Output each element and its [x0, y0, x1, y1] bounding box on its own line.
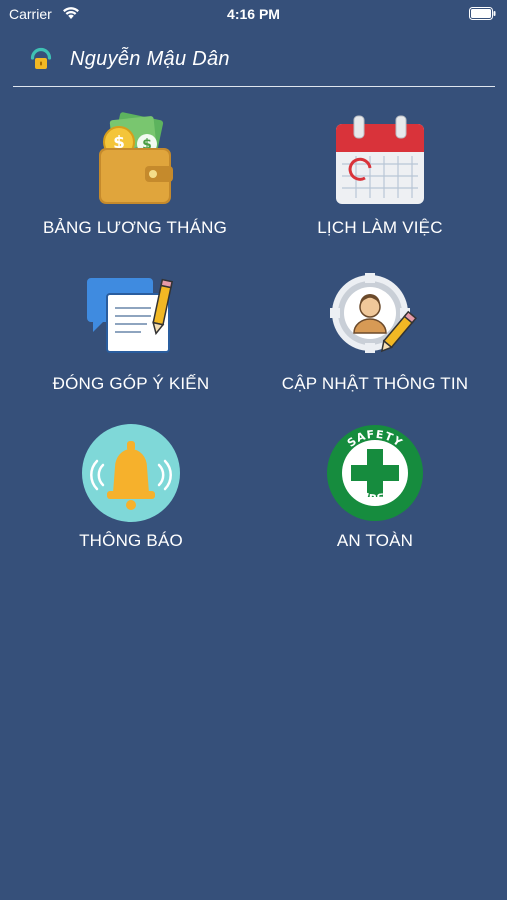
feedback-document-icon [85, 274, 177, 363]
menu-label: BẢNG LƯƠNG THÁNG [42, 218, 228, 237]
menu-item-update-info[interactable]: CẬP NHẬT THÔNG TIN [260, 268, 490, 408]
menu-item-notifications[interactable]: THÔNG BÁO [16, 423, 246, 565]
status-bar: Carrier 4:16 PM [0, 0, 507, 28]
menu-label: AN TOÀN [336, 531, 414, 550]
menu-label: ĐÓNG GÓP Ý KIẾN [52, 374, 210, 393]
bell-icon [81, 423, 181, 528]
menu-label: CẬP NHẬT THÔNG TIN [281, 374, 469, 393]
menu-label: THÔNG BÁO [79, 531, 183, 550]
menu-item-schedule[interactable]: LỊCH LÀM VIỆC [265, 112, 495, 252]
header-divider [13, 86, 495, 87]
menu-label: LỊCH LÀM VIỆC [317, 218, 443, 237]
app-header: Nguyễn Mậu Dân [0, 40, 507, 80]
calendar-icon [334, 114, 426, 211]
battery-icon [469, 7, 497, 25]
logout-icon[interactable] [28, 46, 54, 79]
menu-item-safety[interactable]: SAFETY FIRST AN TOÀN [260, 424, 490, 565]
wallet-money-icon: $ $ [89, 111, 181, 213]
user-name: Nguyễn Mậu Dân [70, 48, 230, 70]
status-time: 4:16 PM [227, 6, 280, 22]
profile-gear-icon [330, 271, 420, 366]
menu-item-payroll[interactable]: $ $ BẢNG LƯƠNG THÁNG [20, 111, 250, 252]
menu-item-feedback[interactable]: ĐÓNG GÓP Ý KIẾN [16, 268, 246, 408]
safety-first-icon: SAFETY FIRST [326, 424, 424, 527]
